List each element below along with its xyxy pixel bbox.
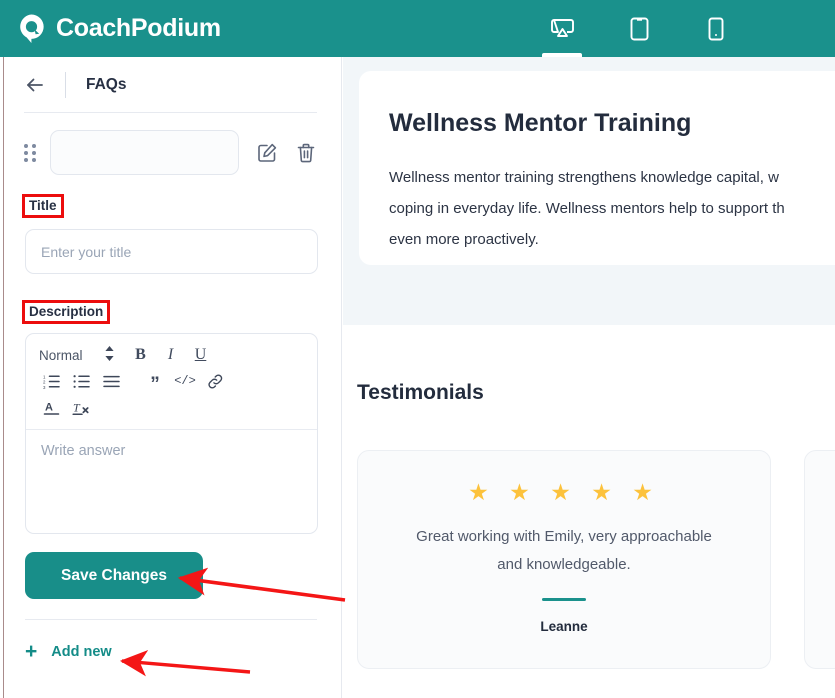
testimonial-card: ★ ★ ★ ★ ★ Great working with Emily, very…: [357, 450, 771, 669]
bullet-list-icon[interactable]: [66, 369, 96, 393]
title-label-wrap: Title: [0, 194, 341, 218]
format-select[interactable]: Normal: [36, 346, 114, 364]
hero-paragraph-line: Wellness mentor training strengthens kno…: [389, 169, 779, 186]
app-root: CoachPodium FAQs Title Enter your title …: [0, 0, 835, 698]
description-textarea[interactable]: Write answer: [26, 430, 317, 533]
drag-handle-dots-icon[interactable]: [24, 143, 38, 162]
blockquote-button[interactable]: ”: [140, 369, 170, 394]
title-label: Title: [22, 194, 64, 218]
trash-bin-icon[interactable]: [295, 142, 317, 164]
footer-divider: [25, 619, 317, 620]
coachpodium-speech-bubble-logo-icon: [17, 13, 47, 44]
live-preview-pane: Wellness Mentor Training Wellness mentor…: [343, 57, 835, 698]
quote-line: and knowledgeable.: [497, 556, 631, 573]
device-tab-tablet[interactable]: [617, 0, 661, 57]
format-select-value: Normal: [39, 347, 83, 363]
window-edge-line: [3, 57, 4, 698]
testimonials-heading: Testimonials: [357, 381, 484, 404]
align-left-icon[interactable]: [96, 369, 126, 393]
svg-text:A: A: [45, 401, 53, 413]
brand: CoachPodium: [17, 13, 221, 44]
clear-formatting-button[interactable]: T: [66, 395, 96, 419]
preview-testimonials-section: Testimonials ★ ★ ★ ★ ★ Great working wit…: [343, 325, 835, 669]
description-label: Description: [22, 300, 111, 324]
rte-toolbar-row-1: Normal B I U: [36, 342, 307, 368]
code-block-button[interactable]: </>: [170, 369, 200, 393]
app-header: CoachPodium: [0, 0, 835, 57]
testimonial-quote: Great working with Emily, very approacha…: [378, 523, 750, 579]
chevron-up-down-icon: [104, 346, 114, 364]
breadcrumb-divider: [65, 71, 66, 98]
page-title: FAQs: [86, 75, 127, 93]
desktop-airplay-icon: [550, 17, 575, 40]
testimonial-card: ★ ★ ★ ★ ★ E: [804, 450, 835, 669]
link-chain-icon[interactable]: [200, 369, 230, 393]
text-color-button[interactable]: A: [36, 395, 66, 419]
bold-button[interactable]: B: [126, 343, 156, 367]
brand-name: CoachPodium: [56, 14, 221, 42]
preview-hero-card: Wellness Mentor Training Wellness mentor…: [359, 71, 835, 265]
star-rating-icon: ★ ★ ★ ★ ★: [468, 479, 660, 505]
rich-text-editor: Normal B I U 1 2 3 ” </> A T Write answe…: [25, 333, 318, 534]
testimonial-author: Leanne: [540, 619, 588, 634]
testimonial-divider: [542, 598, 586, 601]
preview-hero-paragraph: Wellness mentor training strengthens kno…: [389, 162, 835, 255]
rte-toolbar-row-3: A T: [36, 394, 307, 420]
add-new-button[interactable]: + Add new: [25, 641, 135, 662]
device-tab-desktop[interactable]: [540, 0, 584, 57]
arrow-left-icon[interactable]: [24, 74, 46, 96]
faq-item-row: [0, 113, 341, 175]
breadcrumb: FAQs: [0, 57, 341, 112]
editor-panel: FAQs Title Enter your title Description …: [0, 57, 342, 698]
description-label-wrap: Description: [0, 300, 341, 324]
quote-line: E: [825, 523, 835, 551]
device-tab-mobile[interactable]: [694, 0, 738, 57]
italic-button[interactable]: I: [156, 343, 186, 367]
preview-hero-heading: Wellness Mentor Training: [389, 109, 692, 137]
tablet-icon: [630, 17, 649, 41]
add-new-label: Add new: [51, 643, 112, 660]
rte-toolbar-row-2: 1 2 3 ” </>: [36, 368, 307, 394]
svg-text:T: T: [73, 400, 81, 414]
title-input[interactable]: [25, 229, 318, 274]
star-rating-icon: ★ ★ ★ ★ ★: [825, 481, 835, 504]
underline-button[interactable]: U: [186, 343, 216, 367]
save-changes-button[interactable]: Save Changes: [25, 552, 203, 599]
hero-paragraph-line: even more proactively.: [389, 231, 539, 248]
quote-line: Great working with Emily, very approacha…: [416, 528, 712, 545]
plus-icon: +: [25, 640, 38, 663]
preview-hero-band: Wellness Mentor Training Wellness mentor…: [343, 57, 835, 325]
ordered-list-icon[interactable]: 1 2 3: [36, 369, 66, 393]
rte-toolbar: Normal B I U 1 2 3 ” </> A T: [26, 334, 317, 430]
hero-paragraph-line: coping in everyday life. Wellness mentor…: [389, 200, 785, 217]
faq-item-card[interactable]: [50, 130, 239, 175]
mobile-phone-icon: [708, 17, 724, 41]
edit-pencil-square-icon[interactable]: [256, 142, 278, 164]
device-preview-tabs: [540, 0, 738, 57]
svg-text:3: 3: [43, 384, 46, 388]
testimonial-quote: E: [825, 523, 835, 551]
testimonial-card-list: ★ ★ ★ ★ ★ Great working with Emily, very…: [357, 450, 835, 669]
